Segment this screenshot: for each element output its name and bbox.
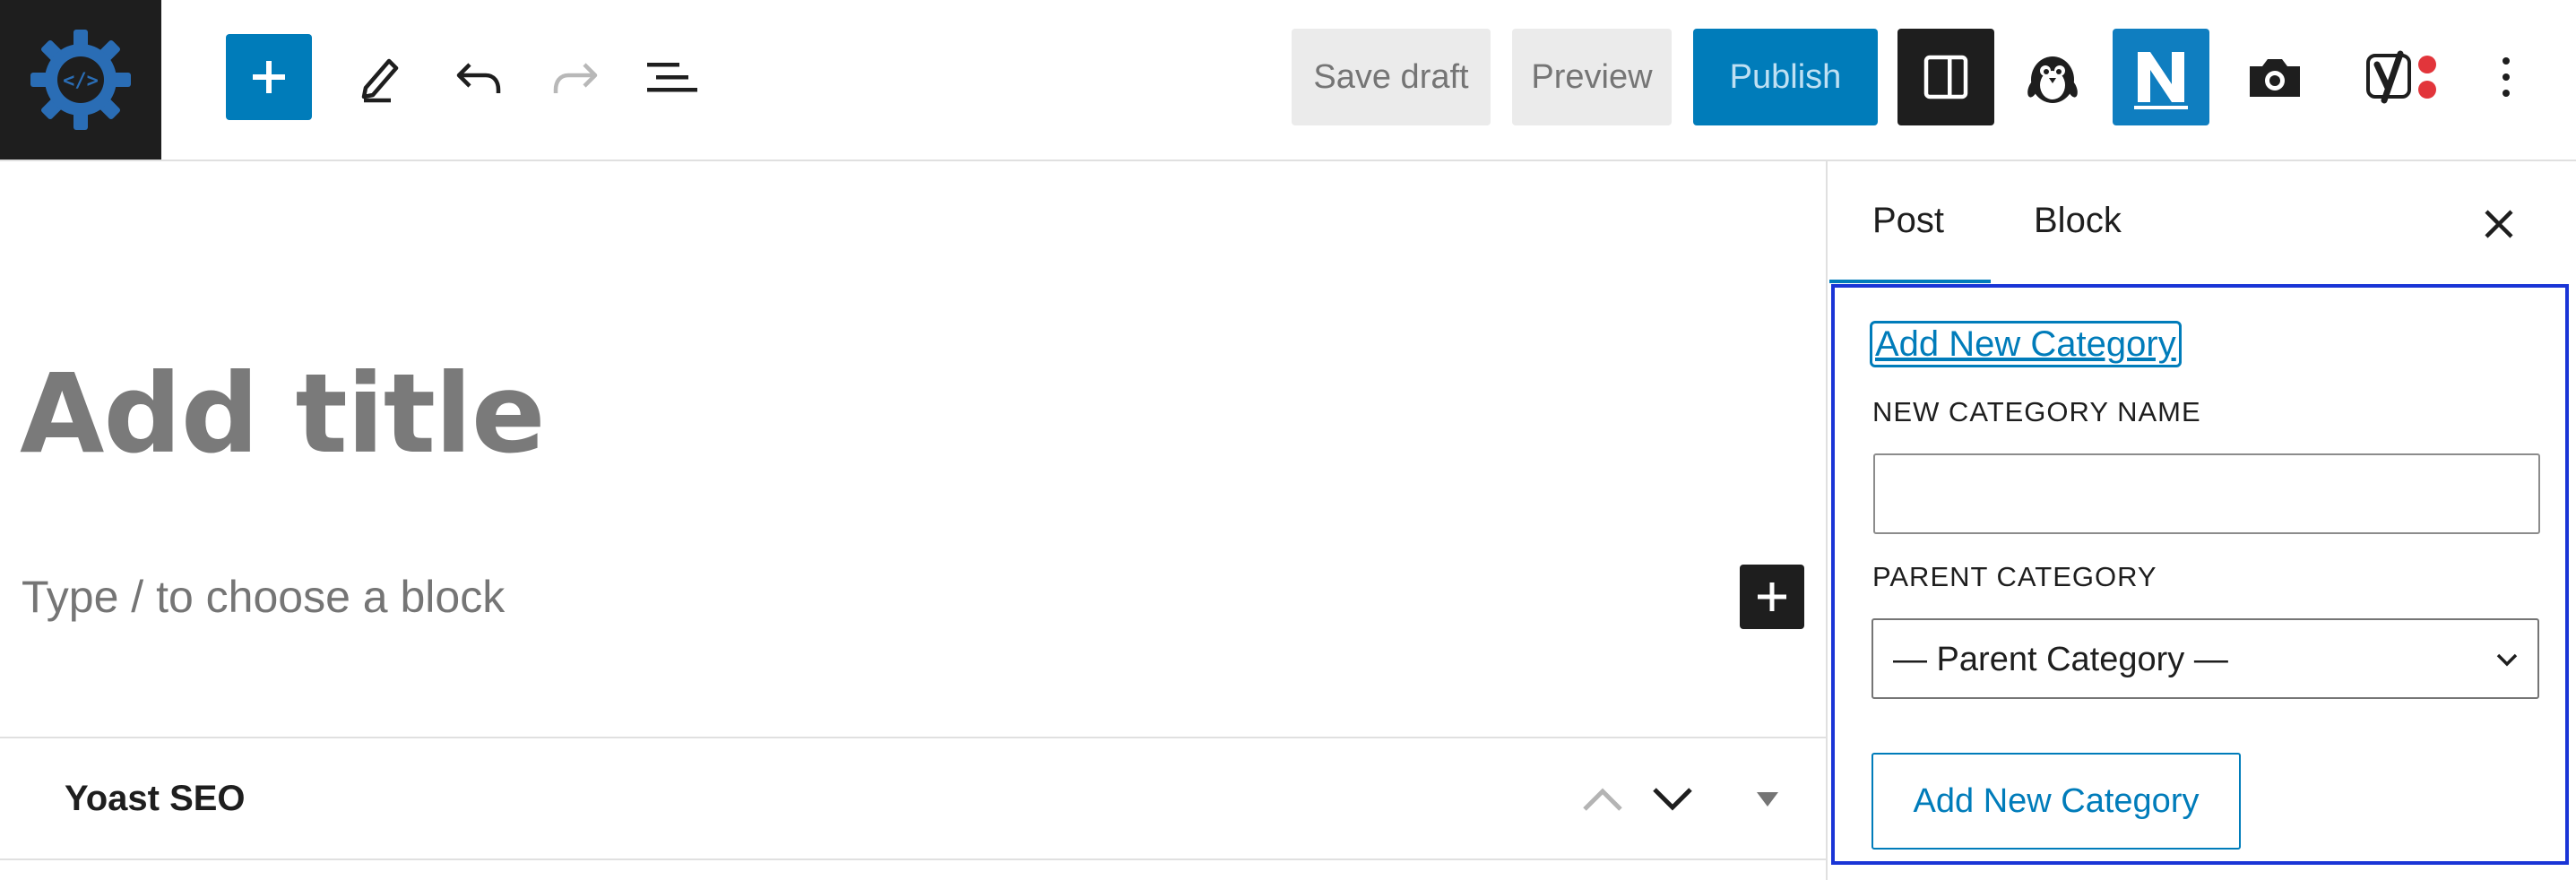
undo-icon xyxy=(456,63,501,93)
yoast-seo-button[interactable] xyxy=(2343,29,2459,125)
sidebar-toggle-icon xyxy=(1923,55,1968,99)
tools-button[interactable] xyxy=(344,41,416,113)
caret-down-icon xyxy=(1757,792,1778,807)
chevron-up-icon xyxy=(1583,788,1622,811)
plugin-camera-button[interactable] xyxy=(2226,29,2323,125)
tab-post[interactable]: Post xyxy=(1872,194,1944,247)
move-up-button[interactable] xyxy=(1576,772,1629,826)
metabox-title[interactable]: Yoast SEO xyxy=(65,776,246,821)
settings-sidebar-toggle[interactable] xyxy=(1897,29,1994,125)
chevron-down-icon xyxy=(2496,653,2518,667)
more-vertical-icon xyxy=(2503,57,2510,97)
options-menu-button[interactable] xyxy=(2479,29,2533,125)
plus-icon xyxy=(253,61,285,93)
plus-icon xyxy=(1758,582,1786,611)
save-draft-button[interactable]: Save draft xyxy=(1292,29,1491,125)
editor-header: </> Save draft Preview Publish xyxy=(0,0,2576,161)
parent-category-selected-value: — Parent Category — xyxy=(1893,641,2228,678)
yoast-icon xyxy=(2366,50,2436,104)
plugin-n-button[interactable] xyxy=(2113,29,2209,125)
close-icon xyxy=(2485,210,2513,238)
preview-button[interactable]: Preview xyxy=(1512,29,1672,125)
tab-block[interactable]: Block xyxy=(2034,194,2122,247)
metabox-divider xyxy=(0,737,1826,738)
move-down-button[interactable] xyxy=(1646,772,1699,826)
add-new-category-link[interactable]: Add New Category xyxy=(1870,321,2182,367)
penguin-icon xyxy=(2027,56,2078,103)
close-sidebar-button[interactable] xyxy=(2470,195,2528,253)
n-logo-icon xyxy=(2134,52,2188,109)
new-category-name-input[interactable] xyxy=(1873,453,2540,534)
parent-category-select[interactable]: — Parent Category — xyxy=(1871,618,2539,699)
redo-icon xyxy=(553,63,598,93)
chevron-down-icon xyxy=(1653,788,1692,811)
active-tab-indicator xyxy=(1829,280,1991,283)
camera-icon xyxy=(2250,59,2300,97)
add-block-button[interactable] xyxy=(1740,565,1804,629)
block-inserter-button[interactable] xyxy=(226,34,312,120)
publish-button[interactable]: Publish xyxy=(1693,29,1878,125)
redo-button[interactable] xyxy=(540,41,611,113)
list-view-icon xyxy=(647,63,697,92)
pencil-icon xyxy=(361,58,399,103)
site-logo-icon[interactable]: </> xyxy=(0,0,161,160)
post-title-placeholder[interactable]: Add title xyxy=(20,351,546,477)
svg-text:</>: </> xyxy=(63,70,99,92)
metabox-toggle-button[interactable] xyxy=(1741,772,1794,826)
undo-button[interactable] xyxy=(443,41,514,113)
add-new-category-button[interactable]: Add New Category xyxy=(1871,753,2241,850)
plugin-penguin-button[interactable] xyxy=(2004,29,2101,125)
block-appender-placeholder[interactable]: Type / to choose a block xyxy=(22,570,505,624)
new-category-name-label: NEW CATEGORY NAME xyxy=(1872,396,2201,427)
document-overview-button[interactable] xyxy=(636,41,708,113)
metabox-divider xyxy=(0,858,1826,860)
parent-category-label: PARENT CATEGORY xyxy=(1872,561,2157,592)
